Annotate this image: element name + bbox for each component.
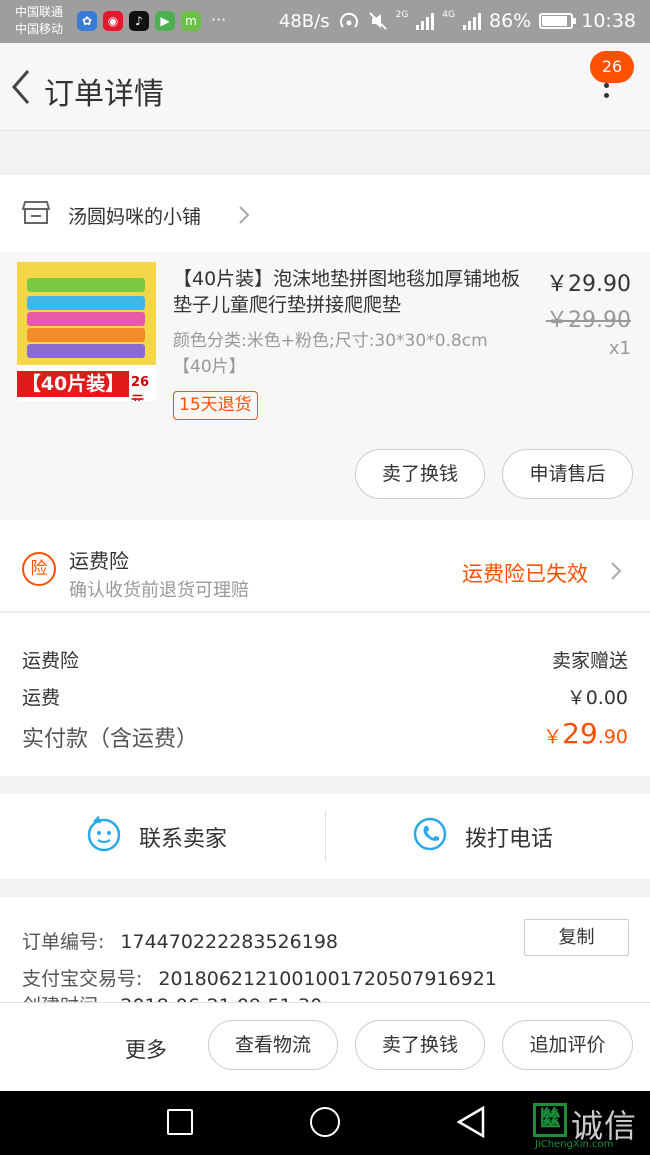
copy-button[interactable]: 复制	[524, 919, 629, 956]
signal-2-type: 4G	[442, 10, 455, 20]
signal-1-type: 2G	[395, 10, 409, 20]
call-label: 拨打电话	[465, 827, 554, 852]
product-price: ￥29.90	[546, 272, 631, 297]
sell-button[interactable]: 卖了换钱	[355, 449, 485, 499]
watermark-logo: 㡭 诚信 JiChengXin.com	[533, 1103, 648, 1151]
return-policy-tag: 15天退货	[173, 391, 258, 420]
shop-icon	[22, 201, 50, 224]
battery-icon	[539, 13, 577, 29]
shipping-fee-value: ￥0.00	[566, 687, 628, 709]
status-right: 48B/s 2G 4G 86% 10:38	[279, 10, 636, 32]
order-number: 174470222283526198	[120, 931, 338, 953]
video-app-icon: ▶	[155, 11, 175, 31]
shipping-fee-label: 运费	[22, 687, 61, 709]
net-speed: 48B/s	[278, 10, 330, 32]
page-title: 订单详情	[44, 77, 164, 112]
mute-icon	[368, 12, 387, 30]
product-title[interactable]: 【40片装】泡沫地垫拼图地毯加厚铺地板垫子儿童爬行垫拼接爬爬垫	[173, 266, 533, 318]
watermark-url: JiChengXin.com	[535, 1139, 614, 1150]
view-logistics-button[interactable]: 查看物流	[208, 1020, 338, 1070]
meituan-icon: m	[181, 11, 201, 31]
insurance-icon: 险	[22, 552, 56, 586]
contact-seller-button[interactable]: 联系卖家	[0, 794, 325, 879]
phone-icon	[413, 817, 447, 851]
weibo-icon: ◉	[103, 11, 123, 31]
insurance-title: 运费险	[69, 549, 129, 573]
system-back-icon[interactable]	[455, 1105, 487, 1139]
header-bar: 订单详情	[0, 43, 650, 131]
recent-apps-icon[interactable]	[167, 1109, 193, 1135]
insurance-status[interactable]: 运费险已失效	[462, 558, 588, 588]
contact-bar: 联系卖家 拨打电话	[0, 794, 650, 879]
total-dec: .90	[597, 726, 628, 748]
order-number-label: 订单编号:	[22, 931, 105, 953]
insurance-fee-value: 卖家赠送	[551, 650, 628, 672]
insurance-subtitle: 确认收货前退货可理赔	[69, 580, 249, 601]
more-notifications-icon: ···	[211, 10, 227, 29]
thumb-banner: 【40片装】 26元	[17, 365, 156, 401]
total-label: 实付款（含运费）	[22, 727, 199, 752]
alipay-number: 2018062121001001720507916921	[158, 968, 497, 990]
mat-layer	[27, 328, 145, 342]
back-arrow-icon[interactable]	[8, 67, 34, 107]
chevron-right-icon	[611, 562, 622, 580]
product-thumbnail[interactable]: 【40片装】 26元	[17, 262, 156, 401]
mat-layer	[27, 312, 145, 326]
order-action-bar: 更多 查看物流 卖了换钱 追加评价	[0, 1002, 650, 1091]
order-number-row: 订单编号: 174470222283526198	[22, 927, 338, 954]
product-quantity: x1	[608, 338, 631, 359]
total-amount: ￥29.90	[543, 717, 628, 750]
product-sku: 颜色分类:米色+粉色;尺寸:30*30*0.8cm【40片】	[173, 331, 488, 377]
message-badge[interactable]: 26	[590, 51, 634, 83]
mat-layer	[27, 296, 145, 310]
system-navigation-bar: 㡭 诚信 JiChengXin.com	[0, 1091, 650, 1155]
order-info: 订单编号: 174470222283526198 复制 支付宝交易号: 201806…	[0, 897, 650, 1005]
more-button[interactable]: 更多	[125, 1034, 167, 1064]
notification-icons: ✿ ◉ ♪ ▶ m ···	[77, 11, 226, 31]
chat-face-icon	[87, 816, 121, 852]
insurance-fee-label: 运费险	[22, 650, 80, 672]
call-button[interactable]: 拨打电话	[326, 794, 650, 879]
baidu-icon: ✿	[77, 11, 97, 31]
signal-2-icon	[463, 12, 481, 30]
fee-summary: 运费险 卖家赠送 运费 ￥0.00 实付款（含运费） ￥29.90	[0, 613, 650, 776]
tiktok-icon: ♪	[129, 11, 149, 31]
alipay-row: 支付宝交易号: 2018062121001001720507916921	[22, 964, 497, 991]
product-original-price: ￥29.90	[546, 308, 631, 333]
shop-name[interactable]: 汤圆妈咪的小铺	[68, 202, 201, 229]
signal-1-icon	[416, 12, 435, 30]
add-review-button[interactable]: 追加评价	[502, 1020, 633, 1070]
hotspot-icon	[339, 12, 358, 28]
clock: 10:38	[581, 10, 636, 32]
mat-layer	[27, 278, 145, 292]
carrier-2: 中国移动	[15, 22, 64, 36]
home-icon[interactable]	[310, 1107, 340, 1137]
sell-button-bottom[interactable]: 卖了换钱	[355, 1020, 485, 1070]
thumb-tag: 【40片装】	[17, 371, 129, 397]
status-bar: 中国联通 中国移动 ✿ ◉ ♪ ▶ m ··· 48B/s 2G 4G 86% …	[0, 0, 650, 43]
watermark-box: 㡭	[533, 1103, 567, 1137]
total-int: 29	[562, 717, 598, 750]
product-item[interactable]: 【40片装】 26元 【40片装】泡沫地垫拼图地毯加厚铺地板垫子儿童爬行垫拼接爬…	[0, 252, 650, 520]
carrier-info: 中国联通 中国移动	[15, 4, 63, 38]
alipay-label: 支付宝交易号:	[22, 968, 143, 990]
battery-percent: 86%	[489, 10, 532, 32]
shop-row[interactable]: 汤圆妈咪的小铺	[0, 175, 650, 252]
total-symbol: ￥	[543, 726, 563, 748]
chevron-right-icon	[239, 206, 250, 224]
carrier-1: 中国联通	[15, 5, 64, 19]
mat-layer	[27, 344, 145, 358]
contact-seller-label: 联系卖家	[139, 827, 228, 852]
after-sale-button[interactable]: 申请售后	[502, 449, 633, 499]
thumb-price: 26元	[131, 375, 150, 401]
shipping-insurance-row[interactable]: 险 运费险 确认收货前退货可理赔 运费险已失效	[0, 520, 650, 612]
